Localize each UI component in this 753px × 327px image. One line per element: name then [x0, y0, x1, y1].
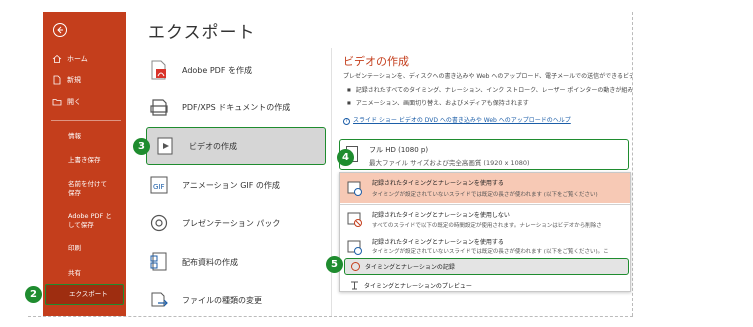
- video-icon: [155, 135, 177, 157]
- record-label: タイミングとナレーションの記録: [365, 264, 455, 271]
- sidebar-item-home[interactable]: ホーム: [43, 52, 126, 66]
- menu-item-create-pdf-xps[interactable]: PDF/XPS ドキュメントの作成: [148, 90, 326, 124]
- package-icon: [148, 212, 170, 234]
- quality-selected: フル HD (1080 p): [369, 146, 429, 154]
- preview-timings-item[interactable]: タイミングとナレーションのプレビュー: [344, 279, 629, 292]
- home-icon: [52, 54, 62, 64]
- sidebar-item-label: 情報: [68, 131, 81, 140]
- menu-item-label: PDF/XPS ドキュメントの作成: [182, 102, 291, 112]
- menu-item-label: プレゼンテーション パック: [182, 218, 281, 228]
- option-description: タイミングが設定されていないスライドでは既定の長さが使われます (以下をご覧くだ…: [372, 192, 598, 198]
- folder-open-icon: [52, 97, 62, 107]
- step-badge-2: 2: [25, 286, 42, 303]
- gif-icon: GIF: [148, 174, 170, 196]
- sidebar-item-label: 共有: [68, 268, 81, 277]
- sidebar-item-save-as[interactable]: 名前を付けて保存: [43, 178, 113, 200]
- frame-dash-right: [632, 12, 633, 316]
- svg-text:GIF: GIF: [153, 183, 165, 191]
- sidebar-item-label: 印刷: [68, 243, 81, 252]
- adobe-pdf-icon: [148, 59, 170, 81]
- option-title: 記録されたタイミングとナレーションを使用する: [372, 239, 504, 246]
- menu-item-label: 配布資料の作成: [182, 257, 238, 267]
- backstage-sidebar: ホーム 新規 開く 情報 上書き保存 名前を付けて保存 Adobe PDF とし…: [43, 12, 126, 316]
- option-title: 記録されたタイミングとナレーションを使用しない: [372, 212, 510, 219]
- menu-item-create-animated-gif[interactable]: GIF アニメーション GIF の作成: [148, 168, 326, 202]
- help-link-label: スライド ショー ビデオの DVD への書き込みや Web へのアップロードのヘ…: [353, 117, 571, 124]
- column-divider: [331, 48, 332, 316]
- help-icon: ?: [343, 118, 350, 125]
- no-timings-icon: [347, 212, 362, 227]
- sidebar-item-open[interactable]: 開く: [43, 95, 126, 109]
- back-arrow-icon[interactable]: [52, 22, 68, 38]
- menu-item-label: ビデオの作成: [189, 141, 237, 151]
- sidebar-item-label: 名前を付けて保存: [68, 180, 107, 197]
- sidebar-item-label: 新規: [67, 76, 81, 84]
- step-badge-4: 4: [337, 149, 354, 166]
- sidebar-item-label: Adobe PDF として保存: [68, 212, 112, 229]
- sidebar-item-label: 上書き保存: [68, 155, 101, 164]
- handout-icon: [148, 251, 170, 273]
- menu-item-label: アニメーション GIF の作成: [182, 180, 280, 190]
- option-no-timings[interactable]: 記録されたタイミングとナレーションを使用しない すべてのスライドで以下の既定の時…: [340, 205, 630, 235]
- quality-description: 最大ファイル サイズおよび完全高画質 (1920 x 1080): [369, 159, 530, 167]
- sidebar-item-print[interactable]: 印刷: [43, 242, 126, 254]
- option-description: すべてのスライドで以下の既定の時間設定が使用されます。ナレーションはビデオから削…: [372, 223, 602, 229]
- option-title: 記録されたタイミングとナレーションを使用する: [372, 180, 504, 187]
- panel-bullet: アニメーション、画面切り替え、およびメディアも保持されます: [347, 98, 632, 107]
- preview-label: タイミングとナレーションのプレビュー: [364, 283, 472, 290]
- record-timings-item[interactable]: タイミングとナレーションの記録: [344, 258, 629, 275]
- menu-item-create-handouts[interactable]: 配布資料の作成: [148, 245, 326, 279]
- sidebar-item-label: ホーム: [67, 55, 88, 63]
- sidebar-item-save[interactable]: 上書き保存: [43, 154, 126, 166]
- menu-item-create-adobe-pdf[interactable]: Adobe PDF を作成: [148, 53, 326, 87]
- sidebar-item-export[interactable]: エクスポート: [45, 284, 124, 305]
- option-description: タイミングが設定されていないスライドでは既定の長さが使われます (以下をご覧くだ…: [372, 249, 609, 255]
- sidebar-item-label: エクスポート: [69, 290, 108, 298]
- change-filetype-icon: [148, 289, 170, 311]
- menu-item-label: Adobe PDF を作成: [182, 65, 252, 75]
- page-title: エクスポート: [148, 23, 256, 43]
- step-badge-3: 3: [133, 138, 150, 155]
- option-use-timings[interactable]: 記録されたタイミングとナレーションを使用する タイミングが設定されていないスライ…: [340, 173, 630, 203]
- frame-dash-bottom: [28, 316, 633, 317]
- new-file-icon: [52, 75, 62, 85]
- menu-item-package-presentation[interactable]: プレゼンテーション パック: [148, 206, 326, 240]
- menu-item-create-video[interactable]: ビデオの作成: [146, 127, 326, 165]
- help-link[interactable]: ? スライド ショー ビデオの DVD への書き込みや Web へのアップロードの…: [343, 115, 571, 125]
- use-timings-icon: [347, 181, 362, 196]
- preview-icon: [351, 281, 358, 290]
- panel-title: ビデオの作成: [343, 55, 409, 68]
- quality-dropdown[interactable]: フル HD (1080 p) 最大ファイル サイズおよび完全高画質 (1920 …: [339, 139, 629, 170]
- step-badge-5: 5: [326, 256, 343, 273]
- pdf-xps-icon: [148, 96, 170, 118]
- menu-item-change-file-type[interactable]: ファイルの種類の変更: [148, 283, 326, 317]
- sidebar-item-label: 開く: [67, 98, 81, 106]
- use-timings-icon: [347, 240, 362, 255]
- sidebar-item-save-as-adobe-pdf[interactable]: Adobe PDF として保存: [43, 210, 115, 232]
- sidebar-item-new[interactable]: 新規: [43, 73, 126, 87]
- option-use-timings-alt[interactable]: 記録されたタイミングとナレーションを使用する タイミングが設定されていないスライ…: [340, 235, 630, 257]
- panel-description: プレゼンテーションを、ディスクへの書き込みや Web へのアップロード、電子メー…: [343, 73, 632, 80]
- sidebar-item-info[interactable]: 情報: [43, 130, 126, 142]
- panel-bullet: 記録されたすべてのタイミング、ナレーション、インク ストローク、レーザー ポイン…: [347, 85, 632, 94]
- sidebar-item-share[interactable]: 共有: [43, 267, 126, 279]
- sidebar-divider: [51, 120, 121, 121]
- menu-item-label: ファイルの種類の変更: [182, 295, 262, 305]
- record-icon: [351, 262, 360, 271]
